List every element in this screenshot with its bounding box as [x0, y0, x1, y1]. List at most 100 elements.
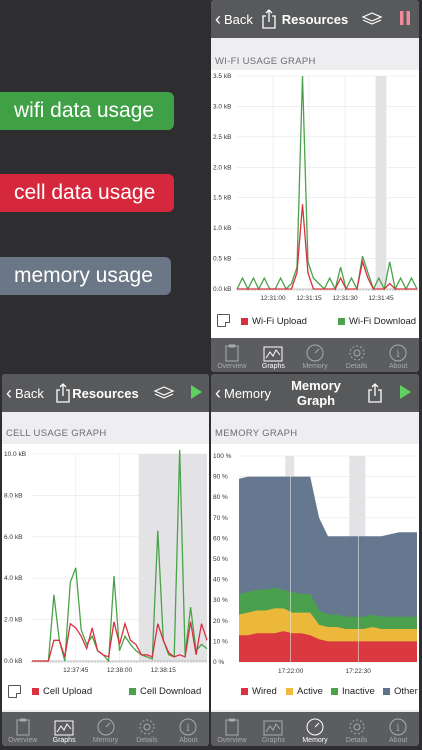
x-tick-label: 12:31:45: [368, 295, 394, 302]
x-tick-label: 17:22:30: [346, 668, 372, 675]
play-icon[interactable]: [190, 385, 202, 399]
legend-cell-download: Cell Download: [129, 686, 201, 697]
legend-label: Wired: [252, 686, 277, 697]
layers-icon[interactable]: [361, 12, 383, 26]
tab-label: Details: [345, 363, 368, 370]
y-tick-label: 0 %: [213, 659, 224, 666]
info-icon: i: [389, 344, 407, 362]
tab-memory[interactable]: Memory: [294, 712, 336, 746]
tab-bar: Overview Graphs Memory Details i About: [2, 712, 209, 746]
series-line-wi-fi-upload: [237, 204, 417, 290]
y-tick-label: 1.0 kB: [213, 225, 231, 232]
info-icon: i: [179, 718, 197, 736]
tab-overview[interactable]: Overview: [211, 338, 253, 372]
y-tick-label: 90 %: [213, 474, 228, 481]
tab-label: Memory: [302, 737, 328, 744]
gear-icon: [349, 719, 365, 735]
legend-label: Cell Upload: [43, 686, 93, 697]
memory-usage-tag: memory usage: [0, 257, 171, 295]
series-line-wi-fi-download: [236, 75, 418, 292]
legend-wired: Wired: [241, 686, 277, 697]
cell-graph-card: 10.0 kB 8.0 kB 6.0 kB 4.0 kB 2.0 kB 0.0 kB 12:…: [2, 444, 209, 710]
svg-text:i: i: [397, 349, 400, 360]
share-icon[interactable]: [261, 9, 277, 29]
tab-details[interactable]: Details: [336, 338, 378, 372]
legend-label: Inactive: [342, 686, 375, 697]
back-button[interactable]: ‹ Memory: [215, 384, 271, 402]
legend-inactive: Inactive: [331, 686, 375, 697]
back-label: Back: [224, 11, 253, 27]
tab-graphs[interactable]: Graphs: [43, 712, 84, 746]
navbar: ‹ Back Resources: [2, 374, 209, 412]
notes-icon[interactable]: [217, 314, 230, 327]
info-icon: i: [389, 718, 407, 736]
tab-about[interactable]: i About: [377, 338, 419, 372]
gauge-icon: [306, 344, 324, 362]
y-tick-label: 0.5 kB: [213, 256, 231, 263]
tab-about[interactable]: i About: [377, 712, 419, 746]
x-tick-label: 12:31:00: [260, 295, 286, 302]
tab-about[interactable]: i About: [168, 712, 209, 746]
back-button[interactable]: ‹ Back: [215, 10, 253, 28]
y-tick-label: 30 %: [213, 597, 228, 604]
legend-swatch: [32, 688, 39, 695]
graph-icon: [263, 346, 283, 362]
tab-memory[interactable]: Memory: [85, 712, 126, 746]
pause-icon[interactable]: [399, 11, 411, 25]
share-icon[interactable]: [367, 383, 383, 403]
wifi-usage-chart: 3.5 kB 3.0 kB 2.5 kB 2.0 kB 1.5 kB 1.0 kB 0.5 …: [213, 73, 418, 302]
back-button[interactable]: ‹ Back: [6, 384, 44, 402]
legend-label: Other: [394, 686, 418, 697]
tab-memory[interactable]: Memory: [294, 338, 336, 372]
legend-label: Wi-Fi Upload: [252, 316, 307, 327]
cell-data-usage-tag: cell data usage: [0, 174, 174, 212]
legend-swatch: [241, 318, 248, 325]
y-tick-label: 0.0 kB: [4, 658, 22, 665]
back-label: Memory: [224, 385, 271, 401]
y-tick-label: 70 %: [213, 515, 228, 522]
page-title: Memory Graph: [291, 378, 341, 408]
tab-graphs[interactable]: Graphs: [253, 712, 295, 746]
legend-swatch: [286, 688, 293, 695]
tab-label: Graphs: [261, 363, 285, 370]
tab-label: Memory: [302, 363, 328, 370]
tab-label: About: [389, 363, 408, 370]
tab-label: Overview: [217, 363, 247, 370]
y-tick-label: 2.0 kB: [4, 617, 22, 624]
tab-label: Overview: [217, 737, 247, 744]
y-tick-label: 20 %: [213, 618, 228, 625]
tab-label: Overview: [8, 737, 38, 744]
wifi-data-usage-tag: wifi data usage: [0, 92, 174, 130]
x-tick-label: 17:22:00: [278, 668, 304, 675]
tab-graphs[interactable]: Graphs: [253, 338, 295, 372]
tab-label: About: [389, 737, 408, 744]
legend-active: Active: [286, 686, 323, 697]
navbar: ‹ Memory Memory Graph: [211, 374, 419, 412]
section-title: MEMORY GRAPH: [215, 428, 298, 439]
y-tick-label: 0.0 kB: [213, 286, 231, 293]
tab-overview[interactable]: Overview: [211, 712, 253, 746]
memory-graph-card: 100 % 90 % 80 % 70 % 60 % 50 % 40 % 30 % 20 % 10 …: [211, 444, 419, 710]
legend-label: Cell Download: [140, 686, 202, 697]
play-icon[interactable]: [399, 385, 411, 399]
tab-overview[interactable]: Overview: [2, 712, 43, 746]
y-tick-label: 2.5 kB: [213, 134, 231, 141]
legend-other: Other: [383, 686, 418, 697]
share-icon[interactable]: [55, 383, 71, 403]
tab-label: Graphs: [52, 737, 76, 744]
section-title: WI-FI USAGE GRAPH: [215, 56, 316, 67]
tab-details[interactable]: Details: [126, 712, 167, 746]
layers-icon[interactable]: [153, 386, 175, 400]
notes-icon[interactable]: [8, 685, 21, 698]
y-tick-label: 3.5 kB: [213, 73, 231, 80]
tab-label: About: [179, 737, 198, 744]
navbar: ‹ Back Resources: [211, 0, 419, 38]
gauge-icon: [306, 718, 324, 736]
svg-text:i: i: [397, 723, 400, 734]
back-label: Back: [15, 385, 44, 401]
clipboard-icon: [16, 718, 30, 736]
y-tick-label: 1.5 kB: [213, 195, 231, 202]
tab-details[interactable]: Details: [336, 712, 378, 746]
cell-screen: ‹ Back Resources CELL USAGE GRAPH 10.0 kB…: [2, 374, 209, 746]
tab-label: Graphs: [261, 737, 285, 744]
